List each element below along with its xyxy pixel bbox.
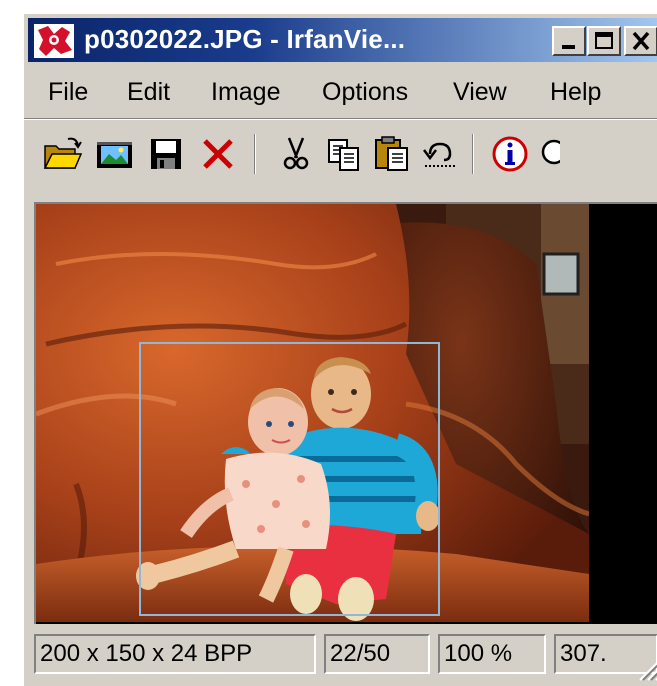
delete-icon [203,139,233,169]
resize-grip-icon[interactable] [632,646,657,682]
minimize-icon [562,45,575,49]
menu-help[interactable]: Help [550,78,601,107]
info-button[interactable] [490,134,530,174]
irfanview-app-icon [34,24,74,58]
photo-image [36,204,589,622]
paste-button[interactable] [372,134,412,174]
status-position: 22/50 [324,634,430,674]
info-icon [492,136,528,172]
undo-button[interactable] [420,134,460,174]
toolbar-separator [254,134,256,174]
image-view[interactable] [34,202,657,624]
menu-options[interactable]: Options [322,78,408,107]
irfanview-window: p0302022.JPG - IrfanVie... File Edit Ima… [22,12,657,686]
maximize-button[interactable] [587,26,621,56]
status-bar: 200 x 150 x 24 BPP 22/50 100 % 307. [28,626,657,682]
save-icon [151,139,181,169]
toolbar-separator [472,134,474,174]
open-button[interactable] [42,134,82,174]
close-icon [632,31,650,51]
close-button[interactable] [624,26,657,56]
copy-icon [328,139,359,171]
more-tool-button[interactable] [538,134,560,174]
window-title: p0302022.JPG - IrfanVie... [84,24,406,54]
maximize-icon [595,32,613,49]
paste-icon [375,136,408,171]
menu-separator [24,118,657,120]
minimize-button[interactable] [552,26,586,56]
delete-button[interactable] [198,134,238,174]
menu-view[interactable]: View [453,78,507,107]
title-bar[interactable]: p0302022.JPG - IrfanVie... [28,18,657,62]
menu-bar: File Edit Image Options View Help [28,68,657,114]
status-dimensions: 200 x 150 x 24 BPP [34,634,316,674]
cut-icon [283,137,309,170]
cut-button[interactable] [276,134,316,174]
open-folder-icon [43,137,82,169]
menu-image[interactable]: Image [211,78,280,107]
slideshow-button[interactable] [94,134,134,174]
menu-edit[interactable]: Edit [127,78,170,107]
toolbar [28,122,657,184]
menu-file[interactable]: File [48,78,88,107]
save-button[interactable] [146,134,186,174]
undo-icon [423,142,455,167]
status-zoom: 100 % [438,634,546,674]
copy-button[interactable] [324,134,364,174]
slideshow-icon [97,142,132,168]
zoom-icon [541,139,560,165]
